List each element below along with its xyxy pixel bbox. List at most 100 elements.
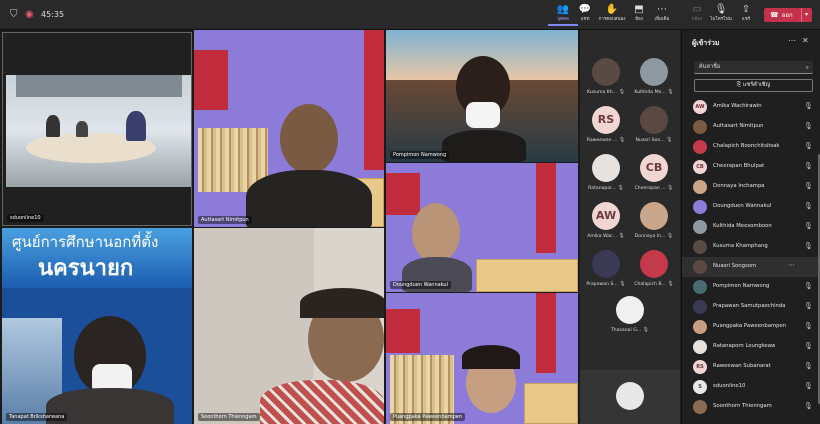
participant-gallery: Kusuma Kh... 🎙 Kulthida Me... 🎙 RS Raweew… [580, 30, 680, 424]
video-tile-tanapat[interactable]: ศูนย์การศึกษานอกที่ตั้ง นครนายก Tanapat … [2, 228, 192, 424]
search-icon: ⌕ [805, 64, 809, 71]
avatar [640, 250, 668, 278]
self-view[interactable] [580, 370, 680, 424]
mic-muted-icon: 🎙 [667, 281, 674, 287]
participant-row[interactable]: AW Amika Wachirawin 🎙 [682, 97, 820, 117]
avatar [640, 202, 668, 230]
mic-muted-icon: 🎙 [667, 89, 674, 95]
avatar [693, 340, 707, 354]
participant-name: Puangpaka Paweenbampen [390, 413, 465, 421]
banner-line-2: นครนายก [38, 256, 134, 281]
panel-title: ผู้เข้าร่วม [692, 39, 720, 47]
mic-muted-icon: 🎙 [618, 137, 626, 143]
avatar: RS [592, 106, 620, 134]
video-tile-room[interactable]: sduonline10 [2, 32, 192, 226]
leave-button[interactable]: ☎ ออก ▾ [764, 8, 812, 22]
avatar: CB [693, 160, 707, 174]
video-tile-doungduen[interactable]: Doungduen Wannakul [386, 163, 578, 292]
avatar [693, 260, 707, 274]
participant-row[interactable]: Doungduen Wannakul 🎙 [682, 197, 820, 217]
mic-muted-icon: 🎙 [804, 282, 813, 290]
participant-row[interactable]: Kulthida Meesomboon 🎙 [682, 217, 820, 237]
meeting-toolbar: ⛉ ◉ 45:35 👥 บุคคล 💬 แชท ✋ การตอบสนอง ⬒ ห้อง … [0, 0, 820, 30]
mic-muted-icon: 🎙 [617, 185, 624, 191]
video-tile-pompimon[interactable]: Pompimon Namwong [386, 30, 578, 162]
mic-muted-icon: 🎙 [804, 242, 813, 250]
more-options-icon[interactable]: ⋯ [788, 261, 795, 269]
share-icon: ⇪ [741, 4, 751, 15]
video-tile-puangpaka[interactable]: Puangpaka Paweenbampen [386, 293, 578, 424]
avatar [693, 240, 707, 254]
participant-row[interactable]: Kusuma Khamphang 🎙 [682, 237, 820, 257]
avatar: RS [693, 360, 707, 374]
participant-row[interactable]: Auttasart Nimitpun 🎙 [682, 117, 820, 137]
gallery-tile[interactable]: RS Raweewan ... 🎙 [582, 106, 630, 143]
gallery-tile[interactable]: Donnaya In... 🎙 [630, 202, 678, 239]
participant-row[interactable]: Donnaya Inchampa 🎙 [682, 177, 820, 197]
gallery-tile[interactable]: AW Amika Wac... 🎙 [582, 202, 630, 239]
avatar: CB [640, 154, 668, 182]
mic-muted-icon: 🎙 [666, 137, 673, 143]
participant-row[interactable]: Ratanaporn Loungkeaw 🎙 [682, 337, 820, 357]
participant-row[interactable]: CB Cheerapan Bhulpat 🎙 [682, 157, 820, 177]
avatar [693, 400, 707, 414]
plaid-shirt [260, 380, 384, 424]
phone-icon: ☎ [770, 11, 779, 19]
mic-muted-icon: 🎙 [804, 342, 813, 350]
more-options-icon[interactable]: ⋯ [788, 36, 796, 45]
gallery-tile[interactable]: Nuasri Son... 🎙 [630, 106, 678, 143]
participant-name: sduonline10 [7, 214, 44, 222]
participant-row[interactable]: Nuasri Songsom ⋯ [682, 257, 820, 277]
share-button[interactable]: ⇪ แชร์ [731, 4, 761, 26]
participant-row[interactable]: Soonthorn Thienngam 🎙 [682, 397, 820, 417]
search-input[interactable]: ค้นหาชื่อ ⌕ [694, 61, 813, 74]
avatar [693, 120, 707, 134]
video-tile-auttasart[interactable]: Auttasart Nimitpun [194, 30, 384, 227]
participant-row[interactable]: Ssduonline10 🎙 [682, 377, 820, 397]
participant-row[interactable]: Chalapich Boonchitsitsak 🎙 [682, 137, 820, 157]
gallery-tile[interactable]: CB Cheerapan ... 🎙 [630, 154, 678, 191]
avatar [592, 154, 620, 182]
avatar [592, 58, 620, 86]
room-video [6, 75, 191, 187]
mic-muted-icon: 🎙 [804, 202, 813, 210]
gallery-tile[interactable]: Ratanapor... 🎙 [582, 154, 630, 191]
participant-row[interactable]: Prapawan Samutpaochinda 🎙 [682, 297, 820, 317]
avatar [693, 320, 707, 334]
participant-name: Soonthorn Thienngam [198, 413, 260, 421]
mic-muted-icon: 🎙 [666, 233, 674, 239]
avatar: AW [592, 202, 620, 230]
mic-muted-icon: 🎙 [619, 281, 626, 287]
gallery-tile[interactable]: Chalapich B... 🎙 [630, 250, 678, 287]
avatar [616, 382, 644, 410]
mic-muted-icon: 🎙 [804, 302, 813, 310]
face-mask [466, 102, 500, 128]
participant-name: Auttasart Nimitpun [198, 216, 252, 224]
mic-muted-icon: 🎙 [804, 162, 813, 170]
share-invite-button[interactable]: ⎘ แชร์คำเชิญ [694, 79, 813, 92]
avatar [693, 140, 707, 154]
video-tile-soonthorn[interactable]: Soonthorn Thienngam [194, 228, 384, 424]
close-icon[interactable]: ✕ [802, 36, 809, 45]
chevron-down-icon[interactable]: ▾ [800, 8, 808, 22]
participant-row[interactable]: Puangpaka Paweenbampen 🎙 [682, 317, 820, 337]
avatar [693, 180, 707, 194]
reactions-button[interactable]: ✋ การตอบสนอง [597, 4, 627, 26]
gallery-tile[interactable]: Kusuma Kh... 🎙 [582, 58, 630, 95]
participant-row[interactable]: Pompimon Namwong 🎙 [682, 277, 820, 297]
more-icon: ⋯ [657, 4, 667, 15]
gallery-tile[interactable]: Thasanai G... 🎙 [606, 296, 654, 333]
mic-icon: 🎙 [804, 382, 813, 390]
gallery-tile[interactable]: Prapawan S... 🎙 [582, 250, 630, 287]
participant-name: Doungduen Wannakul [390, 281, 451, 289]
gallery-tile[interactable]: Kulthida Me... 🎙 [630, 58, 678, 95]
participant-face [412, 203, 460, 263]
video-stage: sduonline10 Auttasart Nimitpun Pompimon … [0, 30, 580, 424]
chat-button[interactable]: 💬 แชท [570, 4, 600, 26]
participant-row[interactable]: RS Raweewan Subanarat 🎙 [682, 357, 820, 377]
participant-name: Pompimon Namwong [390, 151, 450, 159]
participant-name: Tanapat Briksharwana [6, 413, 68, 421]
mic-muted-icon: 🎙 [804, 102, 813, 110]
mic-muted-icon: 🎙 [804, 322, 813, 330]
more-button[interactable]: ⋯ เพิ่มเติม [647, 4, 677, 26]
